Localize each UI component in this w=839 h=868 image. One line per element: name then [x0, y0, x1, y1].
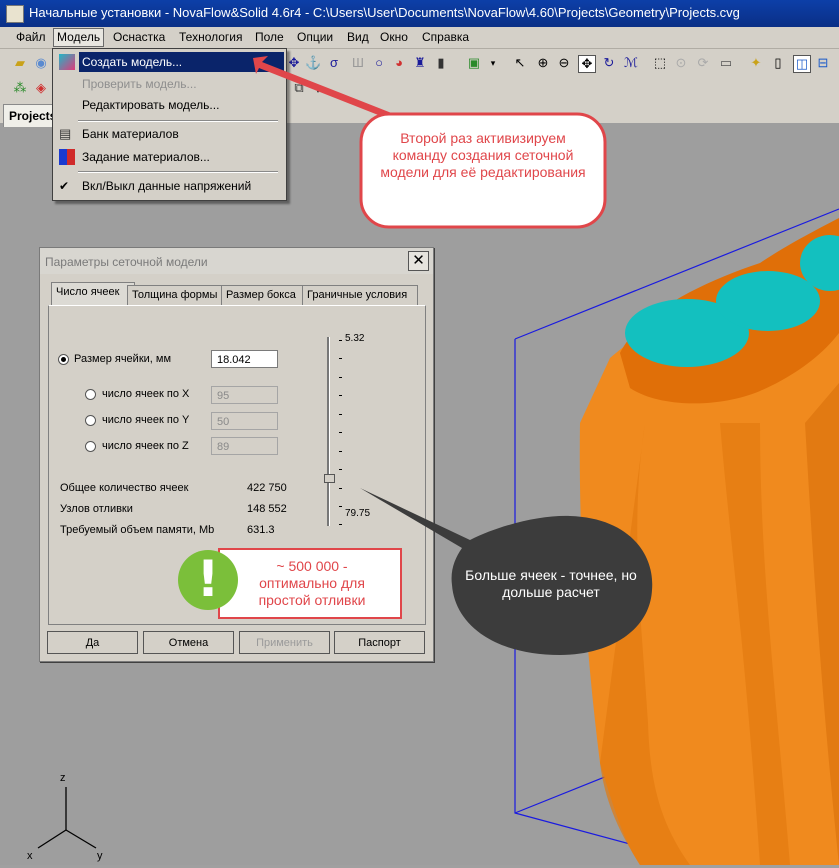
exclamation-mark: !: [196, 550, 220, 608]
callout-bottom-text: Больше ячеек - точнее, но дольше расчет: [465, 567, 637, 600]
callout-middle-text: ~ 500 000 - оптимально для простой отлив…: [258, 558, 366, 608]
callout-top-text: Второй раз активизируем команду создания…: [380, 130, 586, 180]
